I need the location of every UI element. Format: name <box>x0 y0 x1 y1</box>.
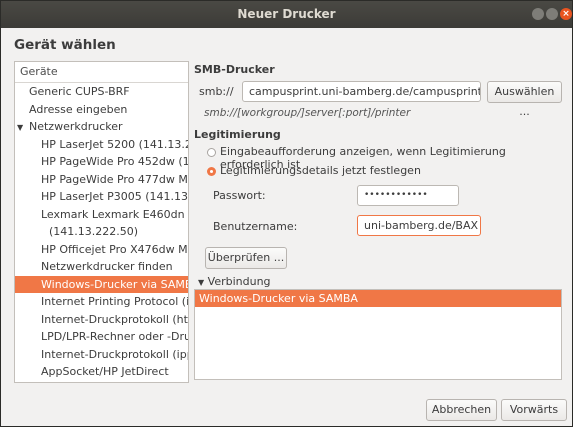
device-item-label: Netzwerkdrucker <box>29 120 123 133</box>
device-item-label: (141.13.222.50) <box>49 225 139 238</box>
device-item[interactable]: Windows-Drucker via SAMBA <box>15 275 188 293</box>
smb-hint: smb://[workgroup/]server[:port]/printer <box>204 107 411 119</box>
connection-item[interactable]: Windows-Drucker via SAMBA <box>195 290 561 307</box>
device-item-label: Internet Printing Protocol (ip <box>41 295 188 308</box>
device-item-label: HP LaserJet 5200 (141.13.222 <box>41 137 188 151</box>
device-item-label: Lexmark Lexmark E460dn (1 <box>41 207 188 221</box>
username-label: Benutzername: <box>213 220 298 233</box>
connection-list: Windows-Drucker via SAMBA <box>194 289 562 380</box>
device-item-label: HP PageWide Pro 452dw (14 <box>41 155 188 168</box>
device-item-label: Netzwerkdrucker finden <box>41 260 173 273</box>
titlebar[interactable]: Neuer Drucker × <box>1 1 572 28</box>
device-item-label: AppSocket/HP JetDirect <box>41 365 169 378</box>
choose-button[interactable]: Auswählen ... <box>487 81 562 118</box>
smb-prefix: smb:// <box>199 85 234 98</box>
device-item[interactable]: ▼ Netzwerkdrucker <box>15 118 188 136</box>
password-label: Passwort: <box>213 189 266 202</box>
close-button[interactable]: × <box>560 8 572 20</box>
connection-expander[interactable]: ▼ Verbindung <box>198 275 271 288</box>
device-item-label: LPD/LPR-Rechner oder -Druc <box>41 330 188 343</box>
password-field[interactable]: •••••••••••• <box>357 185 459 206</box>
radio-set-details-label[interactable]: Legitimierungsdetails jetzt festlegen <box>220 164 421 177</box>
forward-button[interactable]: Vorwärts <box>501 399 567 421</box>
device-list-header[interactable]: Geräte <box>15 62 188 83</box>
cancel-button[interactable]: Abbrechen <box>426 399 497 421</box>
close-icon: × <box>562 9 570 19</box>
device-item[interactable]: HP Officejet Pro X476dw MF <box>15 241 188 259</box>
device-list: Geräte Generic CUPS-BRF Adresse eingeben ▼… <box>14 61 189 383</box>
device-item[interactable]: Internet Printing Protocol (ip <box>15 293 188 311</box>
device-item[interactable]: HP PageWide Pro 477dw MF <box>15 171 188 189</box>
device-item-label: HP Officejet Pro X476dw MF <box>41 242 188 256</box>
device-items: Generic CUPS-BRF Adresse eingeben ▼ Netzwer… <box>15 83 188 381</box>
auth-section-title: Legitimierung <box>194 128 281 141</box>
device-item-label: HP LaserJet P3005 (141.13.2 <box>41 190 188 203</box>
triangle-down-icon[interactable]: ▼ <box>17 119 29 136</box>
device-item[interactable]: Internet-Druckprotokoll (htt <box>15 311 188 329</box>
device-item[interactable]: HP LaserJet P3005 (141.13.2 <box>15 188 188 206</box>
device-item[interactable]: Netzwerkdrucker finden <box>15 258 188 276</box>
device-item-label: Windows-Drucker via SAMBA <box>41 277 188 291</box>
device-item[interactable]: Generic CUPS-BRF <box>15 83 188 101</box>
connection-title: Verbindung <box>207 275 271 288</box>
device-item[interactable]: Lexmark Lexmark E460dn (1 <box>15 206 188 224</box>
device-item[interactable]: HP LaserJet 5200 (141.13.222 <box>15 136 188 154</box>
minimize-button[interactable] <box>532 8 544 20</box>
device-item-label: Generic CUPS-BRF <box>29 85 130 98</box>
device-item[interactable]: (141.13.222.50) <box>15 223 188 241</box>
radio-prompt[interactable] <box>207 148 216 157</box>
maximize-button[interactable] <box>546 8 558 20</box>
triangle-down-icon: ▼ <box>198 278 205 287</box>
smb-url-input[interactable]: campusprint.uni-bamberg.de/campusprint <box>242 81 481 102</box>
device-item[interactable]: AppSocket/HP JetDirect <box>15 363 188 381</box>
device-item[interactable]: Internet-Druckprotokoll (ipp <box>15 346 188 364</box>
device-item-label: Adresse eingeben <box>29 102 128 116</box>
device-item[interactable]: Adresse eingeben <box>15 101 188 119</box>
page-title: Gerät wählen <box>14 37 116 53</box>
device-item-label: Internet-Druckprotokoll (ipp <box>41 347 188 361</box>
device-item[interactable]: HP PageWide Pro 452dw (14 <box>15 153 188 171</box>
smb-section-title: SMB-Drucker <box>194 63 275 76</box>
device-item[interactable]: LPD/LPR-Rechner oder -Druc <box>15 328 188 346</box>
new-printer-dialog: Neuer Drucker × Gerät wählen Geräte Gene… <box>0 0 573 427</box>
window-title: Neuer Drucker <box>237 7 336 21</box>
radio-set-details[interactable] <box>207 167 216 176</box>
device-item-label: Internet-Druckprotokoll (htt <box>41 312 188 326</box>
device-item-label: HP PageWide Pro 477dw MF <box>41 172 188 186</box>
verify-button[interactable]: Überprüfen ... <box>205 247 287 269</box>
username-field[interactable]: uni-bamberg.de/BAX <box>357 215 481 236</box>
